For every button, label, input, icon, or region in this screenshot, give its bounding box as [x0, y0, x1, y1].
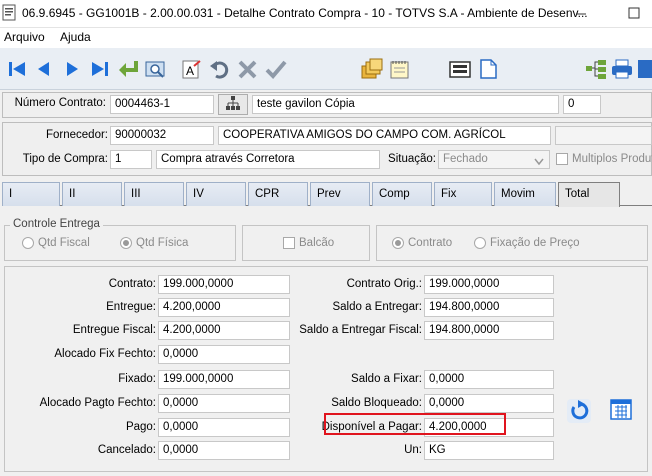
qtd-fiscal-radio[interactable]	[22, 237, 34, 252]
total-pago-field[interactable]: 0,0000	[158, 418, 290, 437]
copy-records-icon[interactable]	[360, 56, 384, 82]
qtd-fiscal-label: Qtd Fiscal	[38, 237, 90, 249]
contract-number-label: Número Contrato:	[14, 97, 106, 109]
tab-comp[interactable]: Comp	[372, 182, 432, 206]
qtd-fisica-label: Qtd Física	[136, 237, 189, 249]
total-contrato-label: Contrato:	[108, 278, 156, 290]
form-icon[interactable]	[448, 56, 472, 82]
tab-cpr[interactable]: CPR	[248, 182, 308, 206]
tree-icon[interactable]	[584, 56, 608, 82]
total-alocado-pagto-field[interactable]: 0,0000	[158, 394, 290, 413]
total-saldo-fixar-label: Saldo a Fixar:	[351, 373, 422, 385]
total-saldo-fixar-field[interactable]: 0,0000	[424, 370, 554, 389]
supplier-extra-field	[555, 126, 652, 145]
last-record-icon[interactable]	[88, 56, 112, 82]
refresh-icon	[566, 398, 592, 427]
menu-bar	[0, 28, 652, 48]
total-contrato-orig-field[interactable]: 199.000,0000	[424, 275, 554, 294]
total-alocado-pagto-label: Alocado Pagto Fechto:	[39, 397, 156, 409]
total-entregue-label: Entregue:	[106, 301, 156, 313]
delivery-control-title: Controle Entrega	[10, 218, 103, 230]
menu-arquivo[interactable]: Arquivo	[4, 30, 45, 44]
contrato-radio-label: Contrato	[408, 237, 453, 249]
tab-fix[interactable]: Fix	[434, 182, 492, 206]
tab-iv[interactable]: IV	[186, 182, 246, 206]
window-title: 06.9.6945 - GG1001B - 2.00.00.031 - Deta…	[22, 6, 588, 20]
total-saldo-entregar-field[interactable]: 194.800,0000	[424, 298, 554, 317]
total-saldo-bloqueado-field[interactable]: 0,0000	[424, 394, 554, 413]
total-saldo-bloqueado-label: Saldo Bloqueado:	[331, 397, 422, 409]
confirm-icon[interactable]	[264, 56, 288, 82]
first-record-icon[interactable]	[6, 56, 30, 82]
menu-ajuda[interactable]: Ajuda	[60, 30, 91, 44]
total-entregue-fiscal-label: Entregue Fiscal:	[72, 324, 156, 336]
multiple-products-label: Multiplos Produto	[572, 153, 652, 165]
supplier-label: Fornecedor:	[45, 129, 108, 141]
calendar-button[interactable]	[606, 396, 636, 424]
search-icon[interactable]	[144, 56, 168, 82]
app-icon	[2, 4, 18, 22]
tab-iii[interactable]: III	[124, 182, 184, 206]
next-record-icon[interactable]	[60, 56, 84, 82]
contract-number-field[interactable]: 0004463-1	[110, 95, 214, 114]
total-saldo-entregar-label: Saldo a Entregar:	[332, 301, 422, 313]
total-pago-label: Pago:	[125, 421, 156, 433]
total-saldo-entregar-fiscal-field[interactable]: 194.800,0000	[424, 321, 554, 340]
purchase-type-code-field[interactable]: 1	[110, 150, 152, 169]
chevron-down-icon	[534, 155, 544, 169]
total-cancelado-field[interactable]: 0,0000	[158, 441, 290, 460]
fixacao-preco-radio[interactable]	[474, 237, 486, 252]
total-entregue-fiscal-field[interactable]: 4.200,0000	[158, 321, 290, 340]
cancel-icon[interactable]	[236, 56, 260, 82]
total-alocado-fix-field[interactable]: 0,0000	[158, 345, 290, 364]
qtd-fisica-radio[interactable]	[120, 237, 132, 252]
spelling-icon[interactable]: A	[180, 56, 204, 82]
contrato-radio[interactable]	[392, 237, 404, 252]
supplier-name-field[interactable]: COOPERATIVA AMIGOS DO CAMPO COM. AGRÍCOL	[218, 126, 551, 145]
situation-label: Situação:	[388, 153, 436, 165]
document-icon[interactable]	[476, 56, 500, 82]
notes-icon[interactable]	[388, 56, 412, 82]
hierarchy-icon	[225, 95, 241, 114]
undo-icon[interactable]	[208, 56, 232, 82]
purchase-type-desc-field[interactable]: Compra através Corretora	[156, 150, 380, 169]
contract-description-field[interactable]: teste gavilon Cópia	[252, 95, 559, 114]
tab-i[interactable]: I	[2, 182, 60, 206]
supplier-code-field[interactable]: 90000032	[110, 126, 214, 145]
total-fixado-label: Fixado:	[118, 373, 156, 385]
hierarchy-button[interactable]	[218, 94, 248, 115]
exit-icon[interactable]	[636, 56, 652, 82]
total-un-label: Un:	[404, 444, 422, 456]
print-icon[interactable]	[610, 56, 634, 82]
total-entregue-field[interactable]: 4.200,0000	[158, 298, 290, 317]
maximize-button[interactable]	[624, 4, 644, 22]
total-un-field[interactable]: KG	[424, 441, 554, 460]
tab-movim[interactable]: Movim	[494, 182, 556, 206]
contract-extra-field[interactable]: 0	[563, 95, 601, 114]
svg-text:A: A	[186, 64, 194, 78]
calendar-icon	[609, 397, 633, 424]
total-saldo-entregar-fiscal-label: Saldo a Entregar Fiscal:	[299, 324, 422, 336]
previous-record-icon[interactable]	[32, 56, 56, 82]
total-contrato-orig-label: Contrato Orig.:	[346, 278, 422, 290]
highlight-box	[324, 413, 506, 435]
situation-value: Fechado	[443, 153, 488, 165]
refresh-button[interactable]	[564, 398, 594, 426]
go-to-icon[interactable]	[116, 56, 140, 82]
tab-ii[interactable]: II	[62, 182, 122, 206]
fixacao-preco-label: Fixação de Preço	[490, 237, 580, 249]
multiple-products-checkbox[interactable]	[556, 153, 568, 168]
balcao-label: Balcão	[299, 237, 335, 249]
purchase-type-label: Tipo de Compra:	[22, 153, 108, 165]
total-cancelado-label: Cancelado:	[97, 444, 156, 456]
total-alocado-fix-label: Alocado Fix Fechto:	[54, 348, 156, 360]
total-fixado-field[interactable]: 199.000,0000	[158, 370, 290, 389]
tab-prev[interactable]: Prev	[310, 182, 370, 206]
total-contrato-field[interactable]: 199.000,0000	[158, 275, 290, 294]
tab-total[interactable]: Total	[558, 182, 620, 207]
balcao-checkbox[interactable]	[283, 237, 295, 252]
minimize-button[interactable]	[571, 4, 591, 22]
